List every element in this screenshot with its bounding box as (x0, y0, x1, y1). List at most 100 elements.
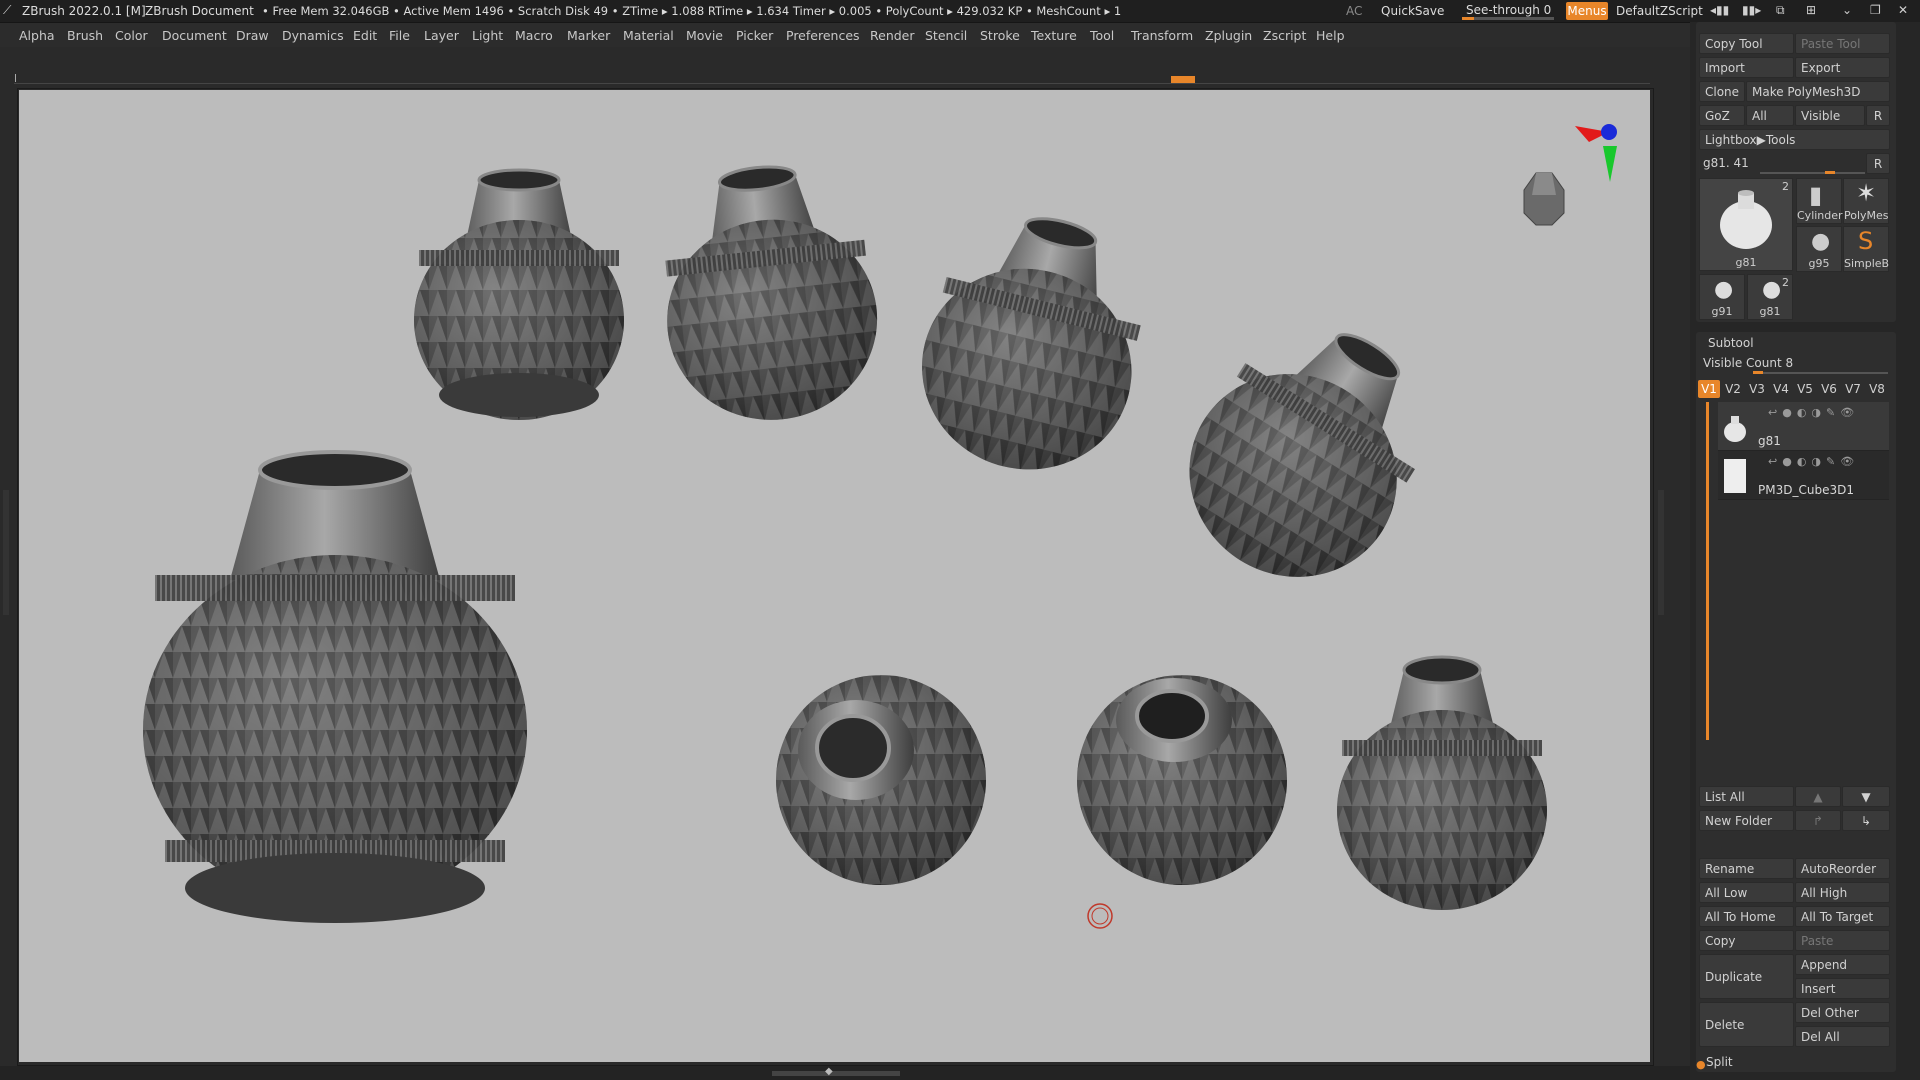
tool-thumb-g81[interactable]: g81 2 (1699, 178, 1793, 271)
menu-alpha[interactable]: Alpha (19, 28, 55, 43)
bottom-tray-handle[interactable] (772, 1071, 900, 1076)
arrow-turn-icon[interactable]: ↳ (1842, 810, 1890, 831)
layout-right-icon[interactable]: ▮▮▸ (1742, 3, 1761, 17)
goz-all-button[interactable]: All (1746, 105, 1794, 126)
menu-draw[interactable]: Draw (236, 28, 269, 43)
tool-thumb-g91[interactable]: ● g91 (1699, 274, 1745, 320)
tool-thumb-polymesh[interactable]: ✶ PolyMes (1843, 178, 1889, 224)
append-button[interactable]: Append (1795, 954, 1890, 975)
window-layout-icon[interactable]: ⧉ (1776, 3, 1785, 18)
layout-left-icon[interactable]: ◂▮▮ (1710, 3, 1729, 17)
visible-count-track[interactable] (1760, 372, 1888, 374)
tab-v1[interactable]: V1 (1698, 380, 1720, 398)
tool-r-button[interactable]: R (1866, 153, 1890, 174)
clone-button[interactable]: Clone (1699, 81, 1745, 102)
all-high-button[interactable]: All High (1795, 882, 1890, 903)
tab-v4[interactable]: V4 (1770, 380, 1792, 398)
tab-v3[interactable]: V3 (1746, 380, 1768, 398)
minimize-icon[interactable]: ⌄ (1842, 3, 1852, 17)
subtool-item[interactable]: ↩●◐◑✎👁 g81 (1718, 402, 1889, 451)
copy-tool-button[interactable]: Copy Tool (1699, 33, 1794, 54)
ac-toggle[interactable]: AC (1346, 4, 1362, 18)
tab-v2[interactable]: V2 (1722, 380, 1744, 398)
all-to-home-button[interactable]: All To Home (1699, 906, 1794, 927)
del-all-button[interactable]: Del All (1795, 1026, 1890, 1047)
all-low-button[interactable]: All Low (1699, 882, 1794, 903)
subtool-toggle-icons[interactable]: ↩●◐◑✎👁 (1768, 406, 1859, 419)
new-folder-button[interactable]: New Folder (1699, 810, 1794, 831)
paste-tool-button[interactable]: Paste Tool (1795, 33, 1890, 54)
tray-arrow-icon[interactable]: ◆ (825, 1066, 833, 1077)
menu-stencil[interactable]: Stencil (925, 28, 967, 43)
autoreorder-button[interactable]: AutoReorder (1795, 858, 1890, 879)
tab-v5[interactable]: V5 (1794, 380, 1816, 398)
menu-picker[interactable]: Picker (736, 28, 773, 43)
menu-material[interactable]: Material (623, 28, 674, 43)
tab-v6[interactable]: V6 (1818, 380, 1840, 398)
default-zscript-button[interactable]: DefaultZScript (1616, 4, 1703, 18)
delete-button[interactable]: Delete (1699, 1002, 1794, 1047)
move-down-icon[interactable]: ▼ (1842, 786, 1890, 807)
timeline-marker[interactable] (1171, 76, 1195, 83)
goz-r-button[interactable]: R (1866, 105, 1890, 126)
tool-thumb-g95[interactable]: ● g95 (1796, 226, 1842, 272)
tool-thumb-cylinder[interactable]: ▮ Cylinder (1796, 178, 1843, 224)
make-polymesh-button[interactable]: Make PolyMesh3D (1746, 81, 1890, 102)
menu-zplugin[interactable]: Zplugin (1205, 28, 1252, 43)
tool-thumb-simplebrush[interactable]: S SimpleB (1843, 226, 1889, 272)
menu-texture[interactable]: Texture (1031, 28, 1077, 43)
menu-light[interactable]: Light (472, 28, 503, 43)
arrow-redo-icon[interactable]: ↱ (1795, 810, 1841, 831)
menu-brush[interactable]: Brush (67, 28, 103, 43)
rename-button[interactable]: Rename (1699, 858, 1794, 879)
all-to-target-button[interactable]: All To Target (1795, 906, 1890, 927)
paste-button[interactable]: Paste (1795, 930, 1890, 951)
menu-zscript[interactable]: Zscript (1263, 28, 1306, 43)
subtool-item[interactable]: ↩●◐◑✎👁 PM3D_Cube3D1 (1718, 451, 1889, 500)
quicksave-button[interactable]: QuickSave (1381, 4, 1444, 18)
menu-render[interactable]: Render (870, 28, 915, 43)
close-icon[interactable]: ✕ (1898, 3, 1908, 17)
maximize-icon[interactable]: ❐ (1870, 3, 1881, 17)
tool-slider-track[interactable] (1760, 172, 1865, 174)
split-section-header[interactable]: Split (1706, 1055, 1733, 1069)
move-up-icon[interactable]: ▲ (1795, 786, 1841, 807)
copy-button[interactable]: Copy (1699, 930, 1794, 951)
menu-preferences[interactable]: Preferences (786, 28, 860, 43)
export-button[interactable]: Export (1795, 57, 1890, 78)
timeline-track[interactable] (14, 74, 1650, 84)
document-canvas[interactable] (19, 90, 1650, 1062)
tool-slider-knob[interactable] (1825, 171, 1835, 174)
subtool-toggle-icons[interactable]: ↩●◐◑✎👁 (1768, 455, 1859, 468)
menu-transform[interactable]: Transform (1131, 28, 1193, 43)
menu-stroke[interactable]: Stroke (980, 28, 1020, 43)
menu-tool[interactable]: Tool (1090, 28, 1114, 43)
tool-thumb-g81-2[interactable]: ● g81 2 (1747, 274, 1793, 320)
menu-movie[interactable]: Movie (686, 28, 723, 43)
menu-macro[interactable]: Macro (515, 28, 553, 43)
insert-button[interactable]: Insert (1795, 978, 1890, 999)
lightbox-tools-button[interactable]: Lightbox▶Tools (1699, 129, 1890, 150)
menu-layer[interactable]: Layer (424, 28, 459, 43)
goz-button[interactable]: GoZ (1699, 105, 1745, 126)
subtool-scrollbar[interactable] (1706, 402, 1709, 740)
goz-visible-button[interactable]: Visible (1795, 105, 1865, 126)
list-all-button[interactable]: List All (1699, 786, 1794, 807)
tab-v7[interactable]: V7 (1842, 380, 1864, 398)
subtool-title[interactable]: Subtool (1708, 336, 1754, 350)
visible-count-knob[interactable] (1753, 371, 1763, 374)
ui-layout-icon[interactable]: ⊞ (1806, 3, 1816, 17)
see-through-slider[interactable]: See-through 0 (1462, 2, 1554, 20)
import-button[interactable]: Import (1699, 57, 1794, 78)
left-tray-toggle[interactable] (3, 490, 9, 615)
menu-color[interactable]: Color (115, 28, 148, 43)
menu-marker[interactable]: Marker (567, 28, 610, 43)
del-other-button[interactable]: Del Other (1795, 1002, 1890, 1023)
menu-edit[interactable]: Edit (353, 28, 377, 43)
menu-dynamics[interactable]: Dynamics (282, 28, 344, 43)
right-tray-toggle[interactable] (1658, 490, 1664, 615)
menu-document[interactable]: Document (162, 28, 227, 43)
menus-button[interactable]: Menus (1566, 2, 1608, 20)
menu-file[interactable]: File (389, 28, 410, 43)
menu-help[interactable]: Help (1316, 28, 1345, 43)
